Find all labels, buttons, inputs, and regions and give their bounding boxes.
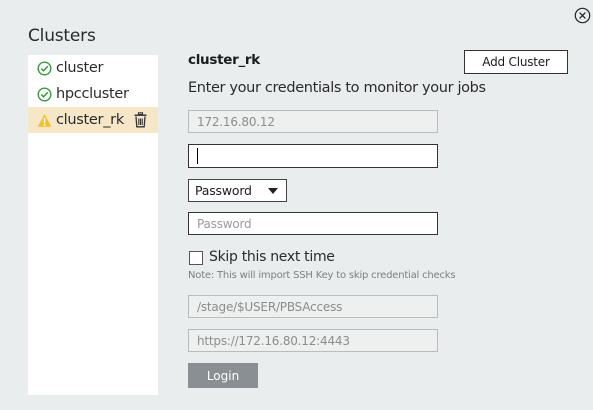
username-field[interactable] <box>188 144 438 168</box>
cluster-item-selected[interactable]: cluster_rk <box>28 107 158 133</box>
cluster-item-label: cluster_rk <box>56 112 124 128</box>
host-field <box>188 110 438 133</box>
ssh-key-note: Note: This will import SSH Key to skip c… <box>188 270 456 281</box>
credentials-instructions: Enter your credentials to monitor your j… <box>188 80 486 96</box>
login-button[interactable]: Login <box>188 363 258 388</box>
warning-triangle-icon <box>37 113 52 128</box>
auth-method-value: Password <box>195 183 252 198</box>
cluster-name-heading: cluster_rk <box>188 52 260 68</box>
close-circle-icon <box>574 7 591 24</box>
chevron-down-icon <box>268 188 278 194</box>
trash-icon[interactable] <box>133 112 148 128</box>
cluster-item[interactable]: hpccluster <box>28 81 158 107</box>
cluster-item-label: cluster <box>56 60 104 76</box>
skip-label[interactable]: Skip this next time <box>209 249 335 265</box>
add-cluster-button[interactable]: Add Cluster <box>464 50 568 74</box>
cluster-item-label: hpccluster <box>56 86 129 102</box>
check-circle-icon <box>37 60 52 76</box>
text-caret <box>197 148 198 164</box>
check-circle-icon <box>37 86 52 102</box>
cluster-item[interactable]: cluster <box>28 55 158 81</box>
auth-method-select[interactable]: Password <box>188 179 287 202</box>
server-url-field <box>188 329 438 352</box>
clusters-title: Clusters <box>28 26 96 46</box>
pbs-access-path-field <box>188 295 438 318</box>
cluster-list: cluster hpccluster cluster_rk <box>28 55 158 395</box>
skip-checkbox[interactable] <box>189 251 203 265</box>
password-field[interactable] <box>188 212 438 235</box>
close-button[interactable] <box>574 7 591 24</box>
